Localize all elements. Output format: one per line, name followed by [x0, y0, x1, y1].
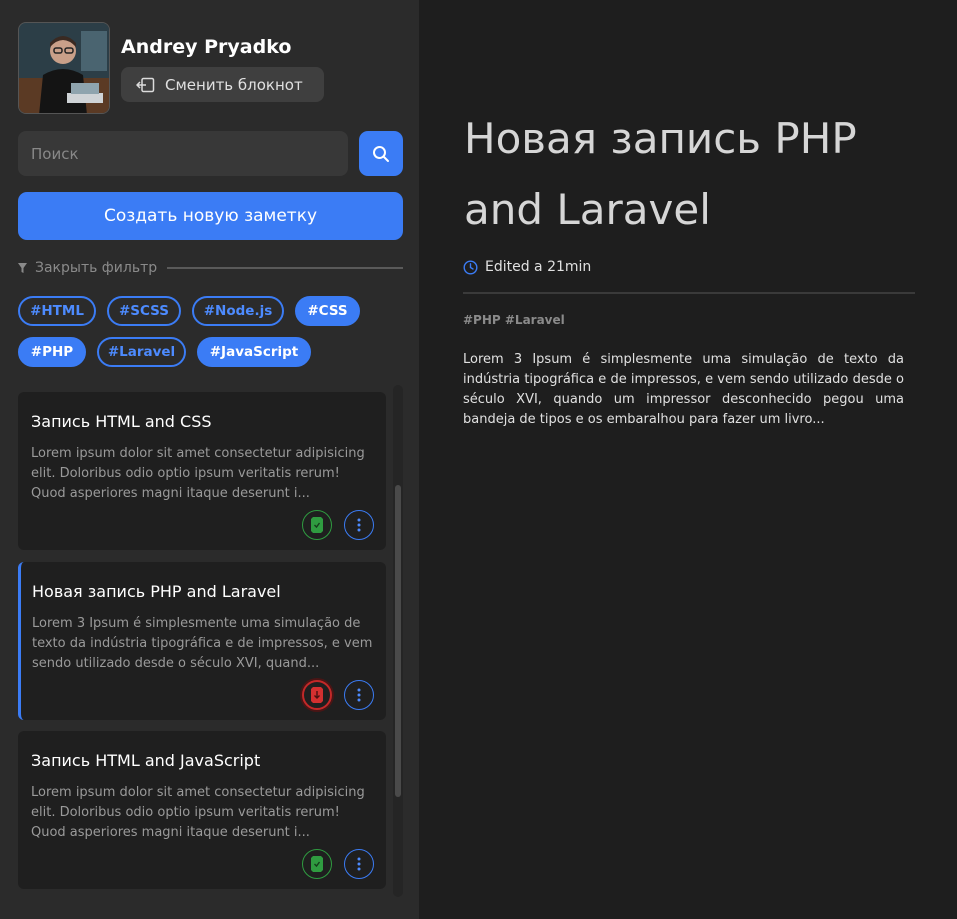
sidebar: Andrey Pryadko Сменить блокнот Создать н… — [0, 0, 419, 919]
create-note-button[interactable]: Создать новую заметку — [18, 192, 403, 240]
note-preview: Lorem ipsum dolor sit amet consectetur a… — [31, 785, 365, 840]
note-title: Запись HTML and JavaScript — [31, 751, 261, 770]
edited-info: Edited a 21min — [463, 259, 591, 275]
tag-nodejs[interactable]: #Node.js — [192, 296, 284, 326]
filter-toggle[interactable]: Закрыть фильтр — [18, 259, 403, 277]
more-options-button[interactable] — [344, 849, 374, 879]
note-preview: Lorem ipsum dolor sit amet consectetur a… — [31, 446, 365, 501]
pin-button[interactable] — [302, 849, 332, 879]
tag-html[interactable]: #HTML — [18, 296, 96, 326]
switch-notebook-button[interactable]: Сменить блокнот — [121, 67, 324, 102]
search-input[interactable] — [18, 131, 348, 176]
edited-text: Edited a 21min — [485, 259, 592, 275]
note-tags: #PHP #Laravel — [463, 313, 565, 327]
pin-icon — [311, 517, 323, 533]
pin-icon — [311, 687, 323, 703]
notebook-switch-icon — [136, 77, 155, 93]
tag-php[interactable]: #PHP — [18, 337, 86, 367]
divider — [463, 292, 915, 294]
filter-divider — [167, 267, 403, 269]
pin-icon — [311, 856, 323, 872]
note-content[interactable]: Lorem 3 Ipsum é simplesmente uma simulaç… — [463, 350, 904, 430]
tag-scss[interactable]: #SCSS — [107, 296, 181, 326]
note-card[interactable]: Запись HTML and CSS Lorem ipsum dolor si… — [18, 392, 386, 550]
more-vertical-icon — [357, 518, 361, 532]
more-vertical-icon — [357, 857, 361, 871]
tag-javascript[interactable]: #JavaScript — [197, 337, 311, 367]
more-options-button[interactable] — [344, 680, 374, 710]
filter-icon — [18, 263, 27, 273]
note-heading: Новая запись PHP and Laravel — [464, 114, 857, 234]
tag-css[interactable]: #CSS — [295, 296, 360, 326]
note-title: Запись HTML and CSS — [31, 412, 212, 431]
note-view: Новая запись PHP and Laravel Edited a 21… — [419, 0, 957, 919]
pin-button[interactable] — [302, 510, 332, 540]
notes-scrollbar[interactable] — [393, 385, 403, 897]
note-preview: Lorem 3 Ipsum é simplesmente uma simulaç… — [32, 616, 373, 671]
note-card[interactable]: Запись HTML and JavaScript Lorem ipsum d… — [18, 731, 386, 889]
scrollbar-thumb[interactable] — [395, 485, 401, 797]
switch-notebook-label: Сменить блокнот — [165, 75, 303, 94]
tag-laravel[interactable]: #Laravel — [97, 337, 186, 367]
pin-button-active[interactable] — [302, 680, 332, 710]
clock-icon — [463, 259, 478, 275]
note-card-selected[interactable]: Новая запись PHP and Laravel Lorem 3 Ips… — [18, 562, 386, 720]
filter-label: Закрыть фильтр — [35, 260, 158, 276]
avatar[interactable] — [18, 22, 110, 114]
search-button[interactable] — [359, 131, 403, 176]
more-vertical-icon — [357, 688, 361, 702]
search-icon — [372, 145, 390, 163]
more-options-button[interactable] — [344, 510, 374, 540]
user-name: Andrey Pryadko — [121, 36, 292, 58]
note-title: Новая запись PHP and Laravel — [32, 582, 281, 601]
